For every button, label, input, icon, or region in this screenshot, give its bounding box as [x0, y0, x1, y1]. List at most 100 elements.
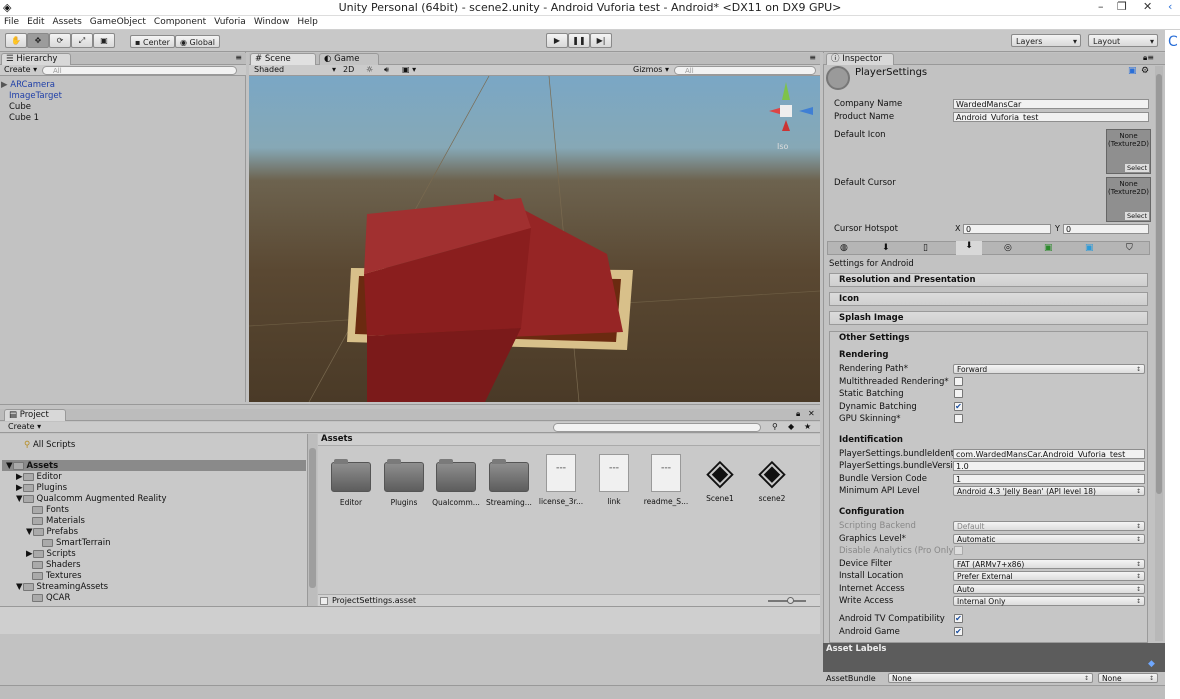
- product-name-field[interactable]: Android_Vuforia_test: [953, 112, 1149, 122]
- section-icon[interactable]: Icon: [829, 292, 1148, 306]
- platform-standalone-icon[interactable]: ⬇: [882, 243, 890, 253]
- asset-readme-doc[interactable]: ≡≡≡ readme_S...: [640, 454, 692, 506]
- graphics-level-dropdown[interactable]: Automatic: [953, 534, 1145, 544]
- settings-gear-icon[interactable]: ⚙: [1141, 66, 1149, 76]
- platform-windows-store-icon[interactable]: ▣: [1085, 243, 1094, 253]
- lock-icon[interactable]: 🔒︎≡: [1143, 53, 1154, 63]
- platform-xbox-icon[interactable]: ▣: [1044, 243, 1053, 253]
- hotspot-x-field[interactable]: 0: [963, 224, 1051, 234]
- layers-dropdown[interactable]: Layers ▾: [1011, 34, 1081, 47]
- hierarchy-create-button[interactable]: Create ▾: [4, 65, 37, 74]
- rendering-path-dropdown[interactable]: Forward: [953, 364, 1145, 374]
- default-cursor-slot[interactable]: None (Texture2D) Select: [1106, 177, 1151, 222]
- install-location-dropdown[interactable]: Prefer External: [953, 571, 1145, 581]
- tag-icon[interactable]: ◆: [1148, 659, 1155, 669]
- default-icon-slot[interactable]: None (Texture2D) Select: [1106, 129, 1151, 174]
- hierarchy-item-arcamera[interactable]: ▶ ARCamera: [1, 80, 55, 90]
- menu-edit[interactable]: Edit: [23, 16, 48, 29]
- write-access-dropdown[interactable]: Internal Only: [953, 596, 1145, 606]
- platform-bb-icon[interactable]: ◎: [1004, 243, 1012, 253]
- internet-access-dropdown[interactable]: Auto: [953, 584, 1145, 594]
- tab-project[interactable]: ▤ Project: [4, 409, 66, 421]
- bundle-code-field[interactable]: 1: [953, 474, 1145, 484]
- gpu-skinning-checkbox[interactable]: [954, 414, 963, 423]
- hierarchy-item-cube[interactable]: Cube: [9, 102, 31, 112]
- company-name-field[interactable]: WardedMansCar: [953, 99, 1149, 109]
- lighting-icon[interactable]: ☼: [366, 65, 373, 74]
- tree-item-scripts[interactable]: ▶ Scripts: [26, 549, 76, 559]
- filter-type-icon[interactable]: ⚲: [772, 422, 778, 431]
- tree-item-qcar[interactable]: QCAR: [32, 593, 70, 603]
- hierarchy-item-imagetarget[interactable]: ImageTarget: [9, 91, 62, 101]
- tree-item-prefabs[interactable]: ▼ Prefabs: [26, 527, 78, 537]
- panel-menu-icon[interactable]: ≡: [235, 53, 242, 62]
- asset-license-doc[interactable]: ≡≡≡ license_3r...: [535, 454, 587, 506]
- disable-analytics-checkbox[interactable]: [954, 546, 963, 555]
- favorite-icon[interactable]: ★: [804, 422, 811, 431]
- tree-item-streamingassets[interactable]: ▼ StreamingAssets: [16, 582, 108, 592]
- platform-webgl-icon[interactable]: ⛉: [1126, 243, 1133, 253]
- scale-tool-icon[interactable]: ⤢: [71, 33, 93, 48]
- tree-item-qualcomm[interactable]: ▼ Qualcomm Augmented Reality: [16, 494, 167, 504]
- asset-scene2[interactable]: ◈ scene2: [746, 452, 798, 503]
- gizmos-dropdown[interactable]: Gizmos ▾: [633, 65, 669, 74]
- scene-orientation-gizmo[interactable]: [769, 82, 813, 131]
- move-tool-icon[interactable]: ✥: [27, 33, 49, 48]
- tab-game[interactable]: ◐ Game: [319, 53, 379, 65]
- minimize-icon[interactable]: –: [1098, 0, 1104, 13]
- asset-plugins-folder[interactable]: Plugins: [378, 459, 430, 507]
- menu-component[interactable]: Component: [150, 16, 210, 29]
- hierarchy-item-cube-1[interactable]: Cube 1: [9, 113, 39, 123]
- tree-item-materials[interactable]: Materials: [32, 516, 85, 526]
- bundle-id-field[interactable]: com.WardedMansCar.Android_Vuforia_test: [953, 449, 1145, 459]
- menu-vuforia[interactable]: Vuforia: [210, 16, 250, 29]
- restore-icon[interactable]: ❐: [1117, 0, 1127, 13]
- menu-assets[interactable]: Assets: [49, 16, 86, 29]
- rect-tool-icon[interactable]: ▣: [93, 33, 115, 48]
- device-filter-dropdown[interactable]: FAT (ARMv7+x86): [953, 559, 1145, 569]
- min-api-dropdown[interactable]: Android 4.3 'Jelly Bean' (API level 18): [953, 486, 1145, 496]
- multithreaded-checkbox[interactable]: [954, 377, 963, 386]
- platform-android-icon[interactable]: ⬇: [956, 241, 982, 255]
- platform-ios-icon[interactable]: ▯: [923, 243, 928, 253]
- panel-close-icon[interactable]: ✕: [808, 409, 815, 418]
- shading-dropdown[interactable]: Shaded ▾: [254, 65, 336, 74]
- scene-search-input[interactable]: All: [674, 66, 816, 75]
- tree-item-shaders[interactable]: Shaders: [32, 560, 81, 570]
- all-scripts-item[interactable]: ⚲ All Scripts: [24, 440, 75, 450]
- tree-item-smartterrain[interactable]: SmartTerrain: [42, 538, 111, 548]
- tab-hierarchy[interactable]: ☰ Hierarchy: [1, 53, 71, 65]
- platform-web-icon[interactable]: ◍: [840, 243, 848, 253]
- layout-dropdown[interactable]: Layout ▾: [1088, 34, 1158, 47]
- panel-menu-icon[interactable]: ≡: [809, 53, 816, 62]
- project-create-button[interactable]: Create ▾: [8, 422, 41, 431]
- asset-link-doc[interactable]: ≡≡≡ link: [588, 454, 640, 506]
- inspector-scrollbar-thumb[interactable]: [1156, 74, 1162, 494]
- scripting-backend-dropdown[interactable]: Default: [953, 521, 1145, 531]
- select-button[interactable]: Select: [1124, 164, 1149, 172]
- bundle-version-field[interactable]: 1.0: [953, 461, 1145, 471]
- asset-streaming-folder[interactable]: Streaming...: [483, 459, 535, 507]
- asset-scene1[interactable]: ◈ Scene1: [694, 452, 746, 503]
- menu-file[interactable]: File: [0, 16, 23, 29]
- hierarchy-search-input[interactable]: All: [42, 66, 237, 75]
- mode-2d-toggle[interactable]: 2D: [343, 65, 354, 74]
- menu-window[interactable]: Window: [250, 16, 294, 29]
- rotate-tool-icon[interactable]: ⟳: [49, 33, 71, 48]
- close-icon[interactable]: ✕: [1143, 0, 1152, 13]
- effects-icon[interactable]: ▣ ▾: [402, 65, 416, 74]
- tab-inspector[interactable]: ⓘ Inspector: [826, 53, 894, 65]
- scrollbar-thumb[interactable]: [309, 448, 316, 588]
- pause-icon[interactable]: ❚❚: [568, 33, 590, 48]
- hotspot-y-field[interactable]: 0: [1063, 224, 1149, 234]
- section-splash[interactable]: Splash Image: [829, 311, 1148, 325]
- project-search-input[interactable]: [553, 423, 761, 432]
- android-tv-checkbox[interactable]: ✔: [954, 614, 963, 623]
- android-game-checkbox[interactable]: ✔: [954, 627, 963, 636]
- assetbundle-name-dropdown[interactable]: None: [888, 673, 1093, 683]
- tree-item-fonts[interactable]: Fonts: [32, 505, 69, 515]
- step-icon[interactable]: ▶|: [590, 33, 612, 48]
- assetbundle-variant-dropdown[interactable]: None: [1098, 673, 1158, 683]
- static-batching-checkbox[interactable]: [954, 389, 963, 398]
- help-icon[interactable]: ▣: [1128, 66, 1137, 76]
